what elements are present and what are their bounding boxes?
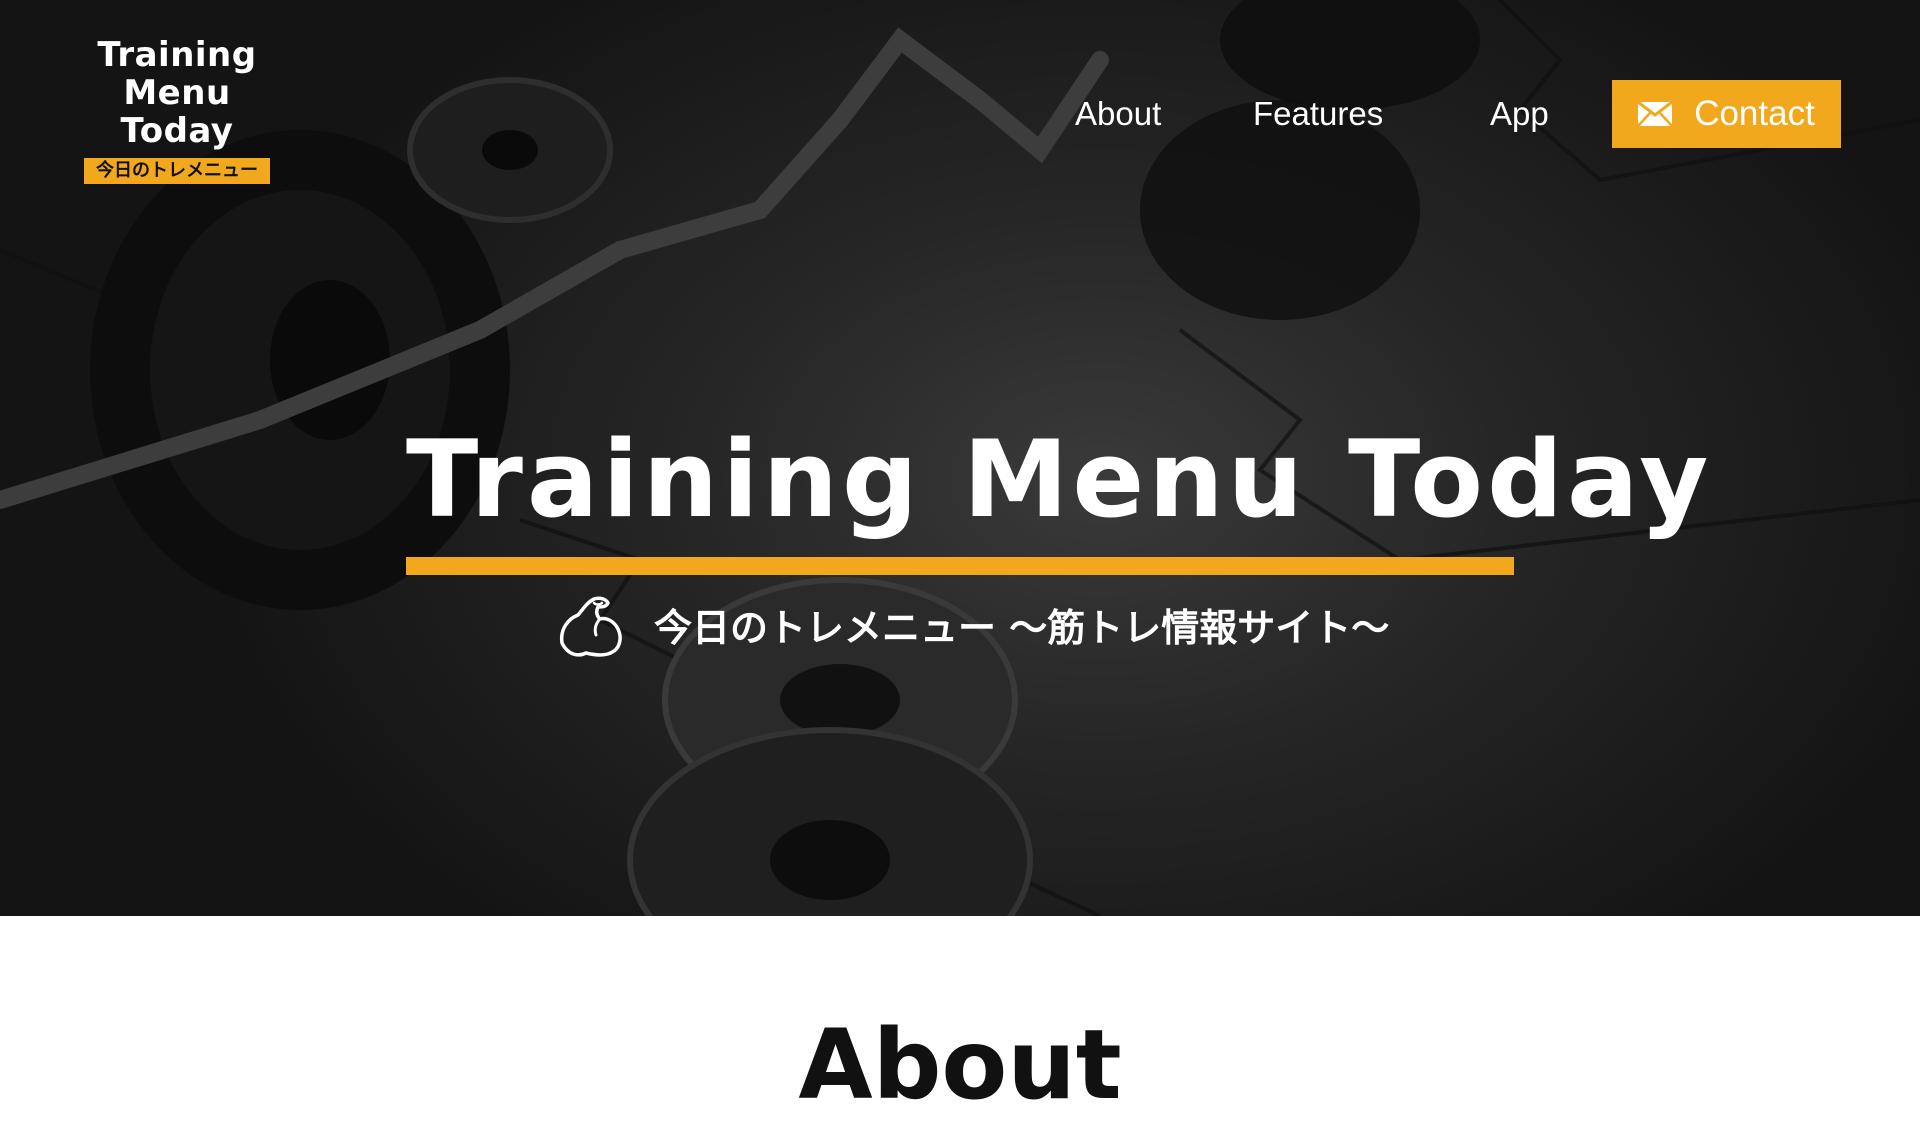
main-nav: About Features App Contact: [0, 80, 1920, 148]
logo-text-line1: Training: [97, 35, 257, 75]
hero-subtitle-row: 今日のトレメニュー 〜筋トレ情報サイト〜: [556, 592, 1389, 664]
about-section-heading: About: [798, 1009, 1122, 1121]
contact-button[interactable]: Contact: [1612, 80, 1841, 148]
hero-section: Training Menu Today 今日のトレメニュー About Feat…: [0, 0, 1920, 916]
contact-button-label: Contact: [1694, 94, 1815, 133]
hero-subtitle: 今日のトレメニュー 〜筋トレ情報サイト〜: [654, 606, 1390, 650]
mail-icon: [1638, 102, 1673, 126]
nav-link-features[interactable]: Features: [1253, 94, 1383, 134]
muscle-arm-icon: [559, 596, 622, 657]
title-underline: [406, 557, 1514, 575]
logo-badge: 今日のトレメニュー: [84, 158, 270, 184]
hero-title: Training Menu Today: [406, 418, 1713, 541]
nav-link-app[interactable]: App: [1490, 94, 1549, 134]
nav-link-about[interactable]: About: [1075, 94, 1161, 134]
